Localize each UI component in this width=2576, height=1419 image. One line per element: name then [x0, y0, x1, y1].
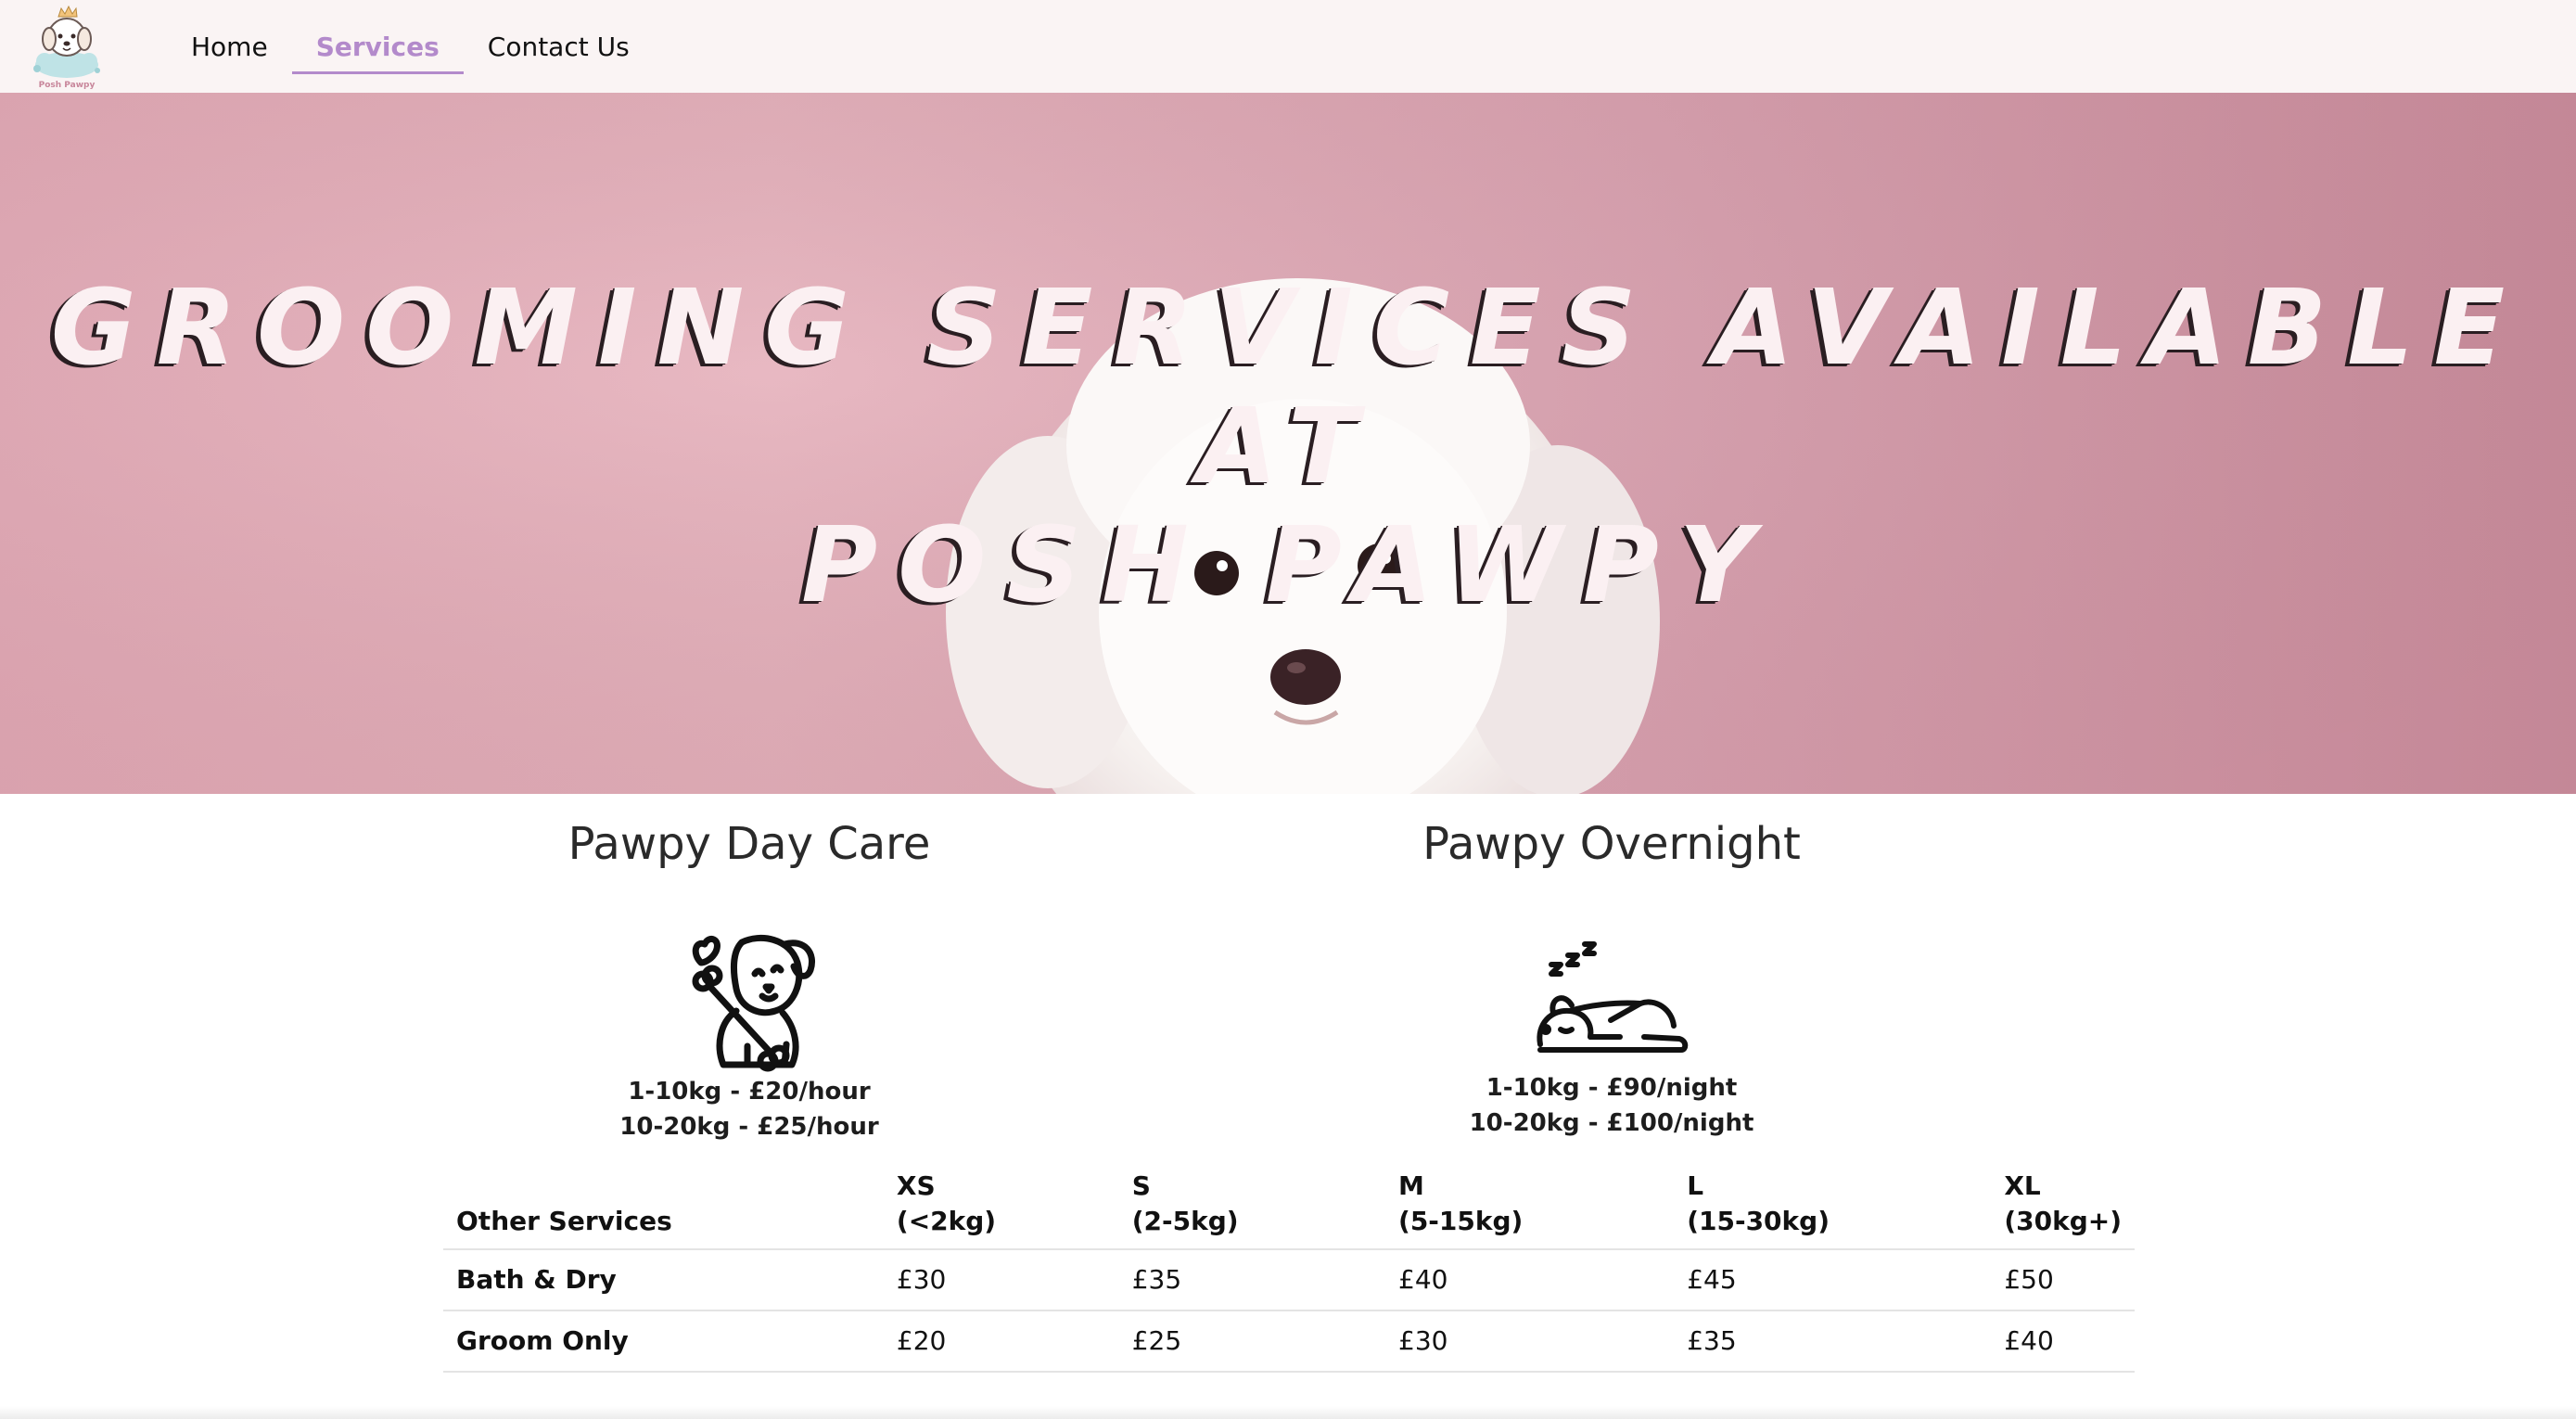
daycare-title: Pawpy Day Care — [567, 818, 931, 870]
table-header-m: M (5-15kg) — [1385, 1159, 1675, 1250]
overnight-card: Pawpy Overnight 1-10kg - £90/night 10-20… — [1287, 807, 1936, 1141]
dog-with-bone-icon — [692, 934, 815, 1072]
table-cell-price: £40 — [1991, 1310, 2135, 1373]
table-cell-price: £30 — [883, 1249, 1119, 1311]
table-row: Groom Only £20 £25 £30 £35 £40 — [443, 1310, 2135, 1373]
other-services-table: Other Services XS (<2kg) S (2-5kg) M (5-15k… — [443, 1159, 2135, 1373]
page-bottom-edge — [0, 1406, 2576, 1419]
hero-title-line2: POSH PAWPY — [801, 505, 1775, 626]
table-cell-price: £35 — [1674, 1310, 1992, 1373]
nav-services-link[interactable]: Services — [291, 0, 464, 93]
nav-home-link[interactable]: Home — [167, 0, 292, 93]
table-cell-price: £35 — [1118, 1249, 1386, 1311]
table-cell-price: £50 — [1991, 1249, 2135, 1311]
overnight-price-small: 1-10kg - £90/night — [1486, 1074, 1738, 1102]
table-header-xs: XS (<2kg) — [883, 1159, 1119, 1250]
overnight-price-list: 1-10kg - £90/night 10-20kg - £100/night — [1287, 1070, 1936, 1141]
daycare-price-list: 1-10kg - £20/hour 10-20kg - £25/hour — [425, 1074, 1074, 1144]
daycare-price-small: 1-10kg - £20/hour — [628, 1078, 871, 1106]
table-header-l: L (15-30kg) — [1674, 1159, 1992, 1250]
table-cell-service: Groom Only — [443, 1310, 884, 1373]
hero-title: GROOMING SERVICES AVAILABLE AT POSH PAWP… — [0, 269, 2576, 625]
hero-title-line1: GROOMING SERVICES AVAILABLE AT — [50, 268, 2526, 507]
logo-text: Posh Pawpy — [39, 81, 96, 90]
overnight-title: Pawpy Overnight — [1422, 818, 1801, 870]
table-cell-price: £20 — [883, 1310, 1119, 1373]
daycare-price-medium: 10-20kg - £25/hour — [619, 1113, 879, 1141]
table-cell-price: £30 — [1385, 1310, 1675, 1373]
daycare-card: Pawpy Day Care 1-10kg - £20/hour 10-20kg… — [425, 807, 1074, 1144]
table-cell-price: £45 — [1674, 1249, 1992, 1311]
table-header-xl: XL (30kg+) — [1991, 1159, 2135, 1250]
table-cell-service: Bath & Dry — [443, 1249, 884, 1311]
posh-pawpy-logo[interactable]: Posh Pawpy — [28, 0, 106, 91]
table-cell-price: £40 — [1385, 1249, 1675, 1311]
table-row: Bath & Dry £30 £35 £40 £45 £50 — [443, 1249, 2135, 1311]
table-header-row: Other Services XS (<2kg) S (2-5kg) M (5-15k… — [443, 1159, 2135, 1250]
hero-banner: GROOMING SERVICES AVAILABLE AT POSH PAWP… — [0, 93, 2576, 794]
table-cell-price: £25 — [1118, 1310, 1386, 1373]
nav-links: Home Services Contact Us — [167, 0, 654, 93]
overnight-price-medium: 10-20kg - £100/night — [1469, 1109, 1754, 1137]
nav-contact-link[interactable]: Contact Us — [464, 0, 654, 93]
table-header-service: Other Services — [443, 1159, 884, 1250]
sleeping-dog-icon — [1537, 941, 1689, 1053]
table-header-s: S (2-5kg) — [1118, 1159, 1386, 1250]
navbar: Posh Pawpy Home Services Contact Us — [0, 0, 2576, 93]
